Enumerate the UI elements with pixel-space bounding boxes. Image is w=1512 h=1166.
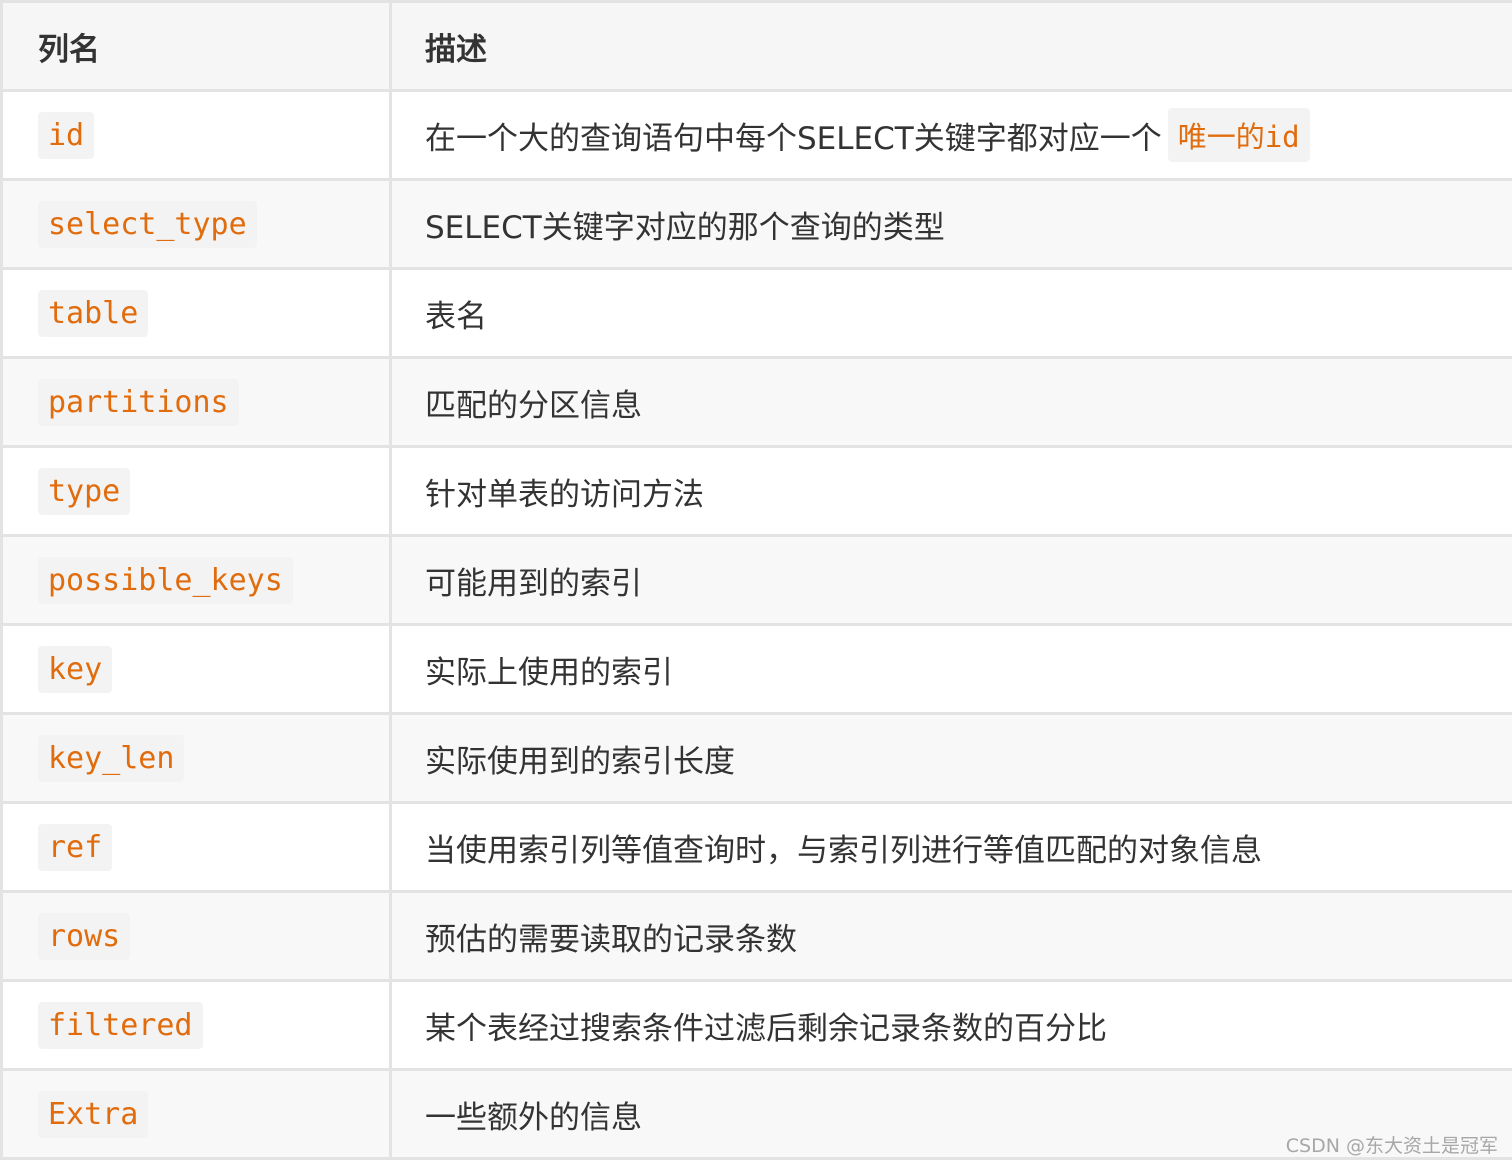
description-text: 匹配的分区信息 — [425, 387, 642, 424]
explain-columns-table: 列名 描述 id 在一个大的查询语句中每个SELECT关键字都对应一个 唯一的i… — [0, 0, 1512, 1160]
description-text: 针对单表的访问方法 — [425, 476, 704, 513]
header-label-column-name: 列名 — [38, 31, 100, 68]
header-label-description: 描述 — [425, 31, 487, 68]
table-row: id 在一个大的查询语句中每个SELECT关键字都对应一个 唯一的id — [3, 92, 1512, 181]
description-text: SELECT关键字对应的那个查询的类型 — [425, 209, 945, 246]
table-row: ref 当使用索引列等值查询时，与索引列进行等值匹配的对象信息 — [3, 804, 1512, 893]
column-name-code: table — [38, 289, 149, 337]
csdn-watermark: CSDN @东大资土是冠军 — [1285, 1135, 1498, 1157]
description-text: 某个表经过搜索条件过滤后剩余记录条数的百分比 — [425, 1010, 1107, 1047]
description-cell: 实际使用到的索引长度 — [392, 715, 1512, 801]
table-row: filtered 某个表经过搜索条件过滤后剩余记录条数的百分比 — [3, 982, 1512, 1071]
column-name-code: ref — [38, 823, 113, 871]
description-text: 当使用索引列等值查询时，与索引列进行等值匹配的对象信息 — [425, 832, 1262, 869]
description-cell: SELECT关键字对应的那个查询的类型 — [392, 181, 1512, 267]
column-name-cell: ref — [3, 804, 392, 890]
column-name-code: select_type — [38, 200, 257, 248]
table-row: key 实际上使用的索引 — [3, 626, 1512, 715]
column-name-code: possible_keys — [38, 556, 293, 604]
description-cell: 实际上使用的索引 — [392, 626, 1512, 712]
column-name-code: Extra — [38, 1090, 149, 1138]
description-text: 表名 — [425, 298, 487, 335]
column-name-cell: Extra — [3, 1071, 392, 1157]
column-name-code: partitions — [38, 378, 239, 426]
header-cell-column-name: 列名 — [3, 3, 392, 89]
column-name-cell: select_type — [3, 181, 392, 267]
description-cell: 某个表经过搜索条件过滤后剩余记录条数的百分比 — [392, 982, 1512, 1068]
column-name-code: filtered — [38, 1001, 203, 1049]
column-name-code: type — [38, 467, 131, 515]
column-name-cell: partitions — [3, 359, 392, 445]
column-name-cell: id — [3, 92, 392, 178]
description-text: 可能用到的索引 — [425, 565, 642, 602]
table-row: key_len 实际使用到的索引长度 — [3, 715, 1512, 804]
description-text: 一些额外的信息 — [425, 1099, 642, 1136]
description-text: 预估的需要读取的记录条数 — [425, 921, 797, 958]
description-text: 实际上使用的索引 — [425, 654, 673, 691]
column-name-cell: possible_keys — [3, 537, 392, 623]
column-name-cell: type — [3, 448, 392, 534]
table-header-row: 列名 描述 — [3, 3, 1512, 92]
description-cell: 预估的需要读取的记录条数 — [392, 893, 1512, 979]
column-name-cell: table — [3, 270, 392, 356]
description-text-main: 在一个大的查询语句中每个SELECT关键字都对应一个 — [425, 120, 1162, 157]
description-cell: 匹配的分区信息 — [392, 359, 1512, 445]
column-name-cell: filtered — [3, 982, 392, 1068]
column-name-code: key_len — [38, 734, 185, 782]
table-row: table 表名 — [3, 270, 1512, 359]
description-cell: 在一个大的查询语句中每个SELECT关键字都对应一个 唯一的id — [392, 92, 1512, 178]
description-cell: 当使用索引列等值查询时，与索引列进行等值匹配的对象信息 — [392, 804, 1512, 890]
column-name-code: key — [38, 645, 113, 693]
column-name-cell: key — [3, 626, 392, 712]
table-row: possible_keys 可能用到的索引 — [3, 537, 1512, 626]
description-text: 在一个大的查询语句中每个SELECT关键字都对应一个 唯一的id — [425, 108, 1310, 162]
column-name-cell: key_len — [3, 715, 392, 801]
table-row: partitions 匹配的分区信息 — [3, 359, 1512, 448]
description-cell: 表名 — [392, 270, 1512, 356]
table-row: rows 预估的需要读取的记录条数 — [3, 893, 1512, 982]
header-cell-description: 描述 — [392, 3, 1512, 89]
description-inline-code: 唯一的id — [1167, 108, 1310, 162]
table-row: type 针对单表的访问方法 — [3, 448, 1512, 537]
table-row: select_type SELECT关键字对应的那个查询的类型 — [3, 181, 1512, 270]
description-cell: 可能用到的索引 — [392, 537, 1512, 623]
description-cell: 针对单表的访问方法 — [392, 448, 1512, 534]
column-name-code: rows — [38, 912, 131, 960]
description-text: 实际使用到的索引长度 — [425, 743, 735, 780]
column-name-code: id — [38, 111, 95, 159]
column-name-cell: rows — [3, 893, 392, 979]
